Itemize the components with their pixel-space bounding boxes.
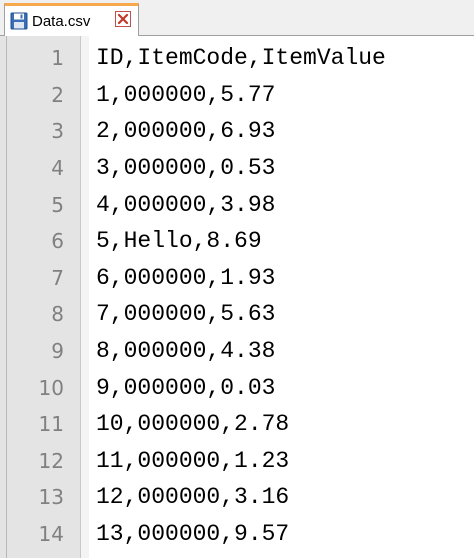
line-text[interactable]: 4,000000,3.98 xyxy=(96,192,275,218)
line-number: 14 xyxy=(38,522,64,547)
close-icon[interactable] xyxy=(115,11,131,27)
line-number: 3 xyxy=(51,119,64,144)
line-number: 4 xyxy=(51,156,64,181)
line-number: 2 xyxy=(51,82,64,107)
line-text[interactable]: 8,000000,4.38 xyxy=(96,338,275,364)
text-editor[interactable]: 1 ID,ItemCode,ItemValue 2 1,000000,5.77 3 2,0… xyxy=(0,36,474,558)
line-text[interactable]: 12,000000,3.16 xyxy=(96,484,289,510)
editor-line[interactable]: 12 11,000000,1.23 xyxy=(0,443,474,480)
editor-line[interactable]: 7 6,000000,1.93 xyxy=(0,260,474,297)
editor-line[interactable]: 2 1,000000,5.77 xyxy=(0,77,474,114)
line-number: 7 xyxy=(51,265,64,290)
editor-line[interactable]: 6 5,Hello,8.69 xyxy=(0,223,474,260)
floppy-disk-icon xyxy=(10,12,28,30)
editor-line[interactable]: 10 9,000000,0.03 xyxy=(0,369,474,406)
line-text[interactable]: 3,000000,0.53 xyxy=(96,155,275,181)
line-text[interactable]: 7,000000,5.63 xyxy=(96,301,275,327)
line-number: 10 xyxy=(38,375,64,400)
editor-line[interactable]: 14 13,000000,9.57 xyxy=(0,516,474,553)
editor-line[interactable]: 4 3,000000,0.53 xyxy=(0,150,474,187)
line-text[interactable]: 10,000000,2.78 xyxy=(96,411,289,437)
editor-window: Data.csv 1 ID,ItemCode,ItemValue 2 1,000000… xyxy=(0,0,474,558)
tab-data-csv[interactable]: Data.csv xyxy=(4,3,139,36)
line-number: 6 xyxy=(51,229,64,254)
line-text[interactable]: 5,Hello,8.69 xyxy=(96,228,262,254)
line-text[interactable]: 1,000000,5.77 xyxy=(96,82,275,108)
editor-line[interactable]: 3 2,000000,6.93 xyxy=(0,113,474,150)
editor-line[interactable]: 5 4,000000,3.98 xyxy=(0,186,474,223)
line-text[interactable]: 11,000000,1.23 xyxy=(96,448,289,474)
line-number: 1 xyxy=(51,46,64,71)
tab-label: Data.csv xyxy=(32,12,91,30)
line-text[interactable]: 2,000000,6.93 xyxy=(96,118,275,144)
line-number: 12 xyxy=(38,448,64,473)
line-text[interactable]: ID,ItemCode,ItemValue xyxy=(96,45,386,71)
line-number: 11 xyxy=(38,412,64,437)
line-text[interactable]: 13,000000,9.57 xyxy=(96,521,289,547)
line-number: 13 xyxy=(38,485,64,510)
editor-line[interactable]: 8 7,000000,5.63 xyxy=(0,296,474,333)
line-number: 5 xyxy=(51,192,64,217)
editor-line[interactable]: 9 8,000000,4.38 xyxy=(0,333,474,370)
editor-line[interactable]: 13 12,000000,3.16 xyxy=(0,479,474,516)
line-text[interactable]: 6,000000,1.93 xyxy=(96,265,275,291)
editor-line[interactable]: 11 10,000000,2.78 xyxy=(0,406,474,443)
line-number: 8 xyxy=(51,302,64,327)
line-text[interactable]: 9,000000,0.03 xyxy=(96,375,275,401)
editor-line[interactable]: 1 ID,ItemCode,ItemValue xyxy=(0,40,474,77)
tab-bar: Data.csv xyxy=(0,0,474,36)
line-number: 9 xyxy=(51,339,64,364)
